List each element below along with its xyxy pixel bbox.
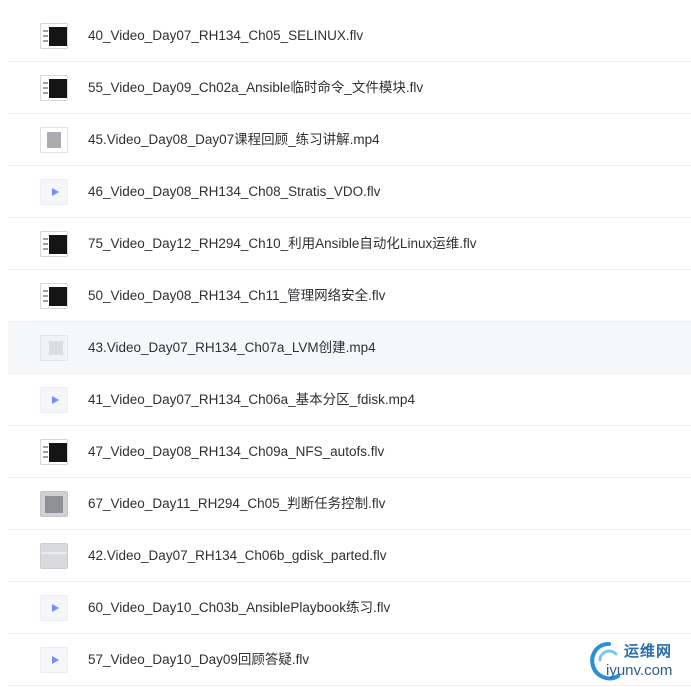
video-file-icon: [40, 647, 68, 673]
video-file-icon: [40, 387, 68, 413]
file-row[interactable]: 75_Video_Day12_RH294_Ch10_利用Ansible自动化Li…: [8, 218, 691, 270]
file-name: 41_Video_Day07_RH134_Ch06a_基本分区_fdisk.mp…: [88, 392, 415, 407]
play-icon: [51, 396, 59, 404]
video-file-icon: [40, 179, 68, 205]
file-row[interactable]: 67_Video_Day11_RH294_Ch05_判断任务控制.flv: [8, 478, 691, 530]
file-name: 40_Video_Day07_RH134_Ch05_SELINUX.flv: [88, 28, 364, 43]
file-row[interactable]: 55_Video_Day09_Ch02a_Ansible临时命令_文件模块.fl…: [8, 62, 691, 114]
file-name: 57_Video_Day10_Day09回顾答疑.flv: [88, 652, 310, 667]
watermark-en-text: iyunv.com: [606, 662, 673, 679]
file-row[interactable]: 47_Video_Day08_RH134_Ch09a_NFS_autofs.fl…: [8, 426, 691, 478]
file-row[interactable]: 50_Video_Day08_RH134_Ch11_管理网络安全.flv: [8, 270, 691, 322]
video-thumbnail: [40, 127, 68, 153]
video-thumbnail: [40, 231, 68, 257]
watermark-cn-text: 运维网: [624, 642, 673, 660]
file-row[interactable]: 43.Video_Day07_RH134_Ch07a_LVM创建.mp4: [8, 322, 691, 374]
video-thumbnail: [40, 491, 68, 517]
file-name: 67_Video_Day11_RH294_Ch05_判断任务控制.flv: [88, 496, 386, 511]
file-name: 45.Video_Day08_Day07课程回顾_练习讲解.mp4: [88, 132, 380, 147]
play-icon: [51, 188, 59, 196]
play-icon: [51, 604, 59, 612]
video-thumbnail: [40, 23, 68, 49]
file-name: 50_Video_Day08_RH134_Ch11_管理网络安全.flv: [88, 288, 386, 303]
file-name: 46_Video_Day08_RH134_Ch08_Stratis_VDO.fl…: [88, 184, 381, 199]
video-file-icon: [40, 595, 68, 621]
site-watermark: 运维网 iyunv.com: [586, 636, 691, 687]
file-name: 75_Video_Day12_RH294_Ch10_利用Ansible自动化Li…: [88, 236, 477, 251]
video-thumbnail: [40, 75, 68, 101]
video-thumbnail: [40, 543, 68, 569]
file-name: 43.Video_Day07_RH134_Ch07a_LVM创建.mp4: [88, 340, 376, 355]
video-thumbnail: [40, 335, 68, 361]
file-name: 60_Video_Day10_Ch03b_AnsiblePlaybook练习.f…: [88, 600, 391, 615]
file-name: 42.Video_Day07_RH134_Ch06b_gdisk_parted.…: [88, 548, 387, 563]
video-thumbnail: [40, 283, 68, 309]
file-row[interactable]: 41_Video_Day07_RH134_Ch06a_基本分区_fdisk.mp…: [8, 374, 691, 426]
file-row[interactable]: 60_Video_Day10_Ch03b_AnsiblePlaybook练习.f…: [8, 582, 691, 634]
file-row[interactable]: 42.Video_Day07_RH134_Ch06b_gdisk_parted.…: [8, 530, 691, 582]
file-name: 47_Video_Day08_RH134_Ch09a_NFS_autofs.fl…: [88, 444, 385, 459]
file-row[interactable]: 46_Video_Day08_RH134_Ch08_Stratis_VDO.fl…: [8, 166, 691, 218]
play-icon: [51, 656, 59, 664]
video-thumbnail: [40, 439, 68, 465]
file-name: 55_Video_Day09_Ch02a_Ansible临时命令_文件模块.fl…: [88, 80, 424, 95]
file-row[interactable]: 40_Video_Day07_RH134_Ch05_SELINUX.flv: [8, 10, 691, 62]
file-row[interactable]: 45.Video_Day08_Day07课程回顾_练习讲解.mp4: [8, 114, 691, 166]
